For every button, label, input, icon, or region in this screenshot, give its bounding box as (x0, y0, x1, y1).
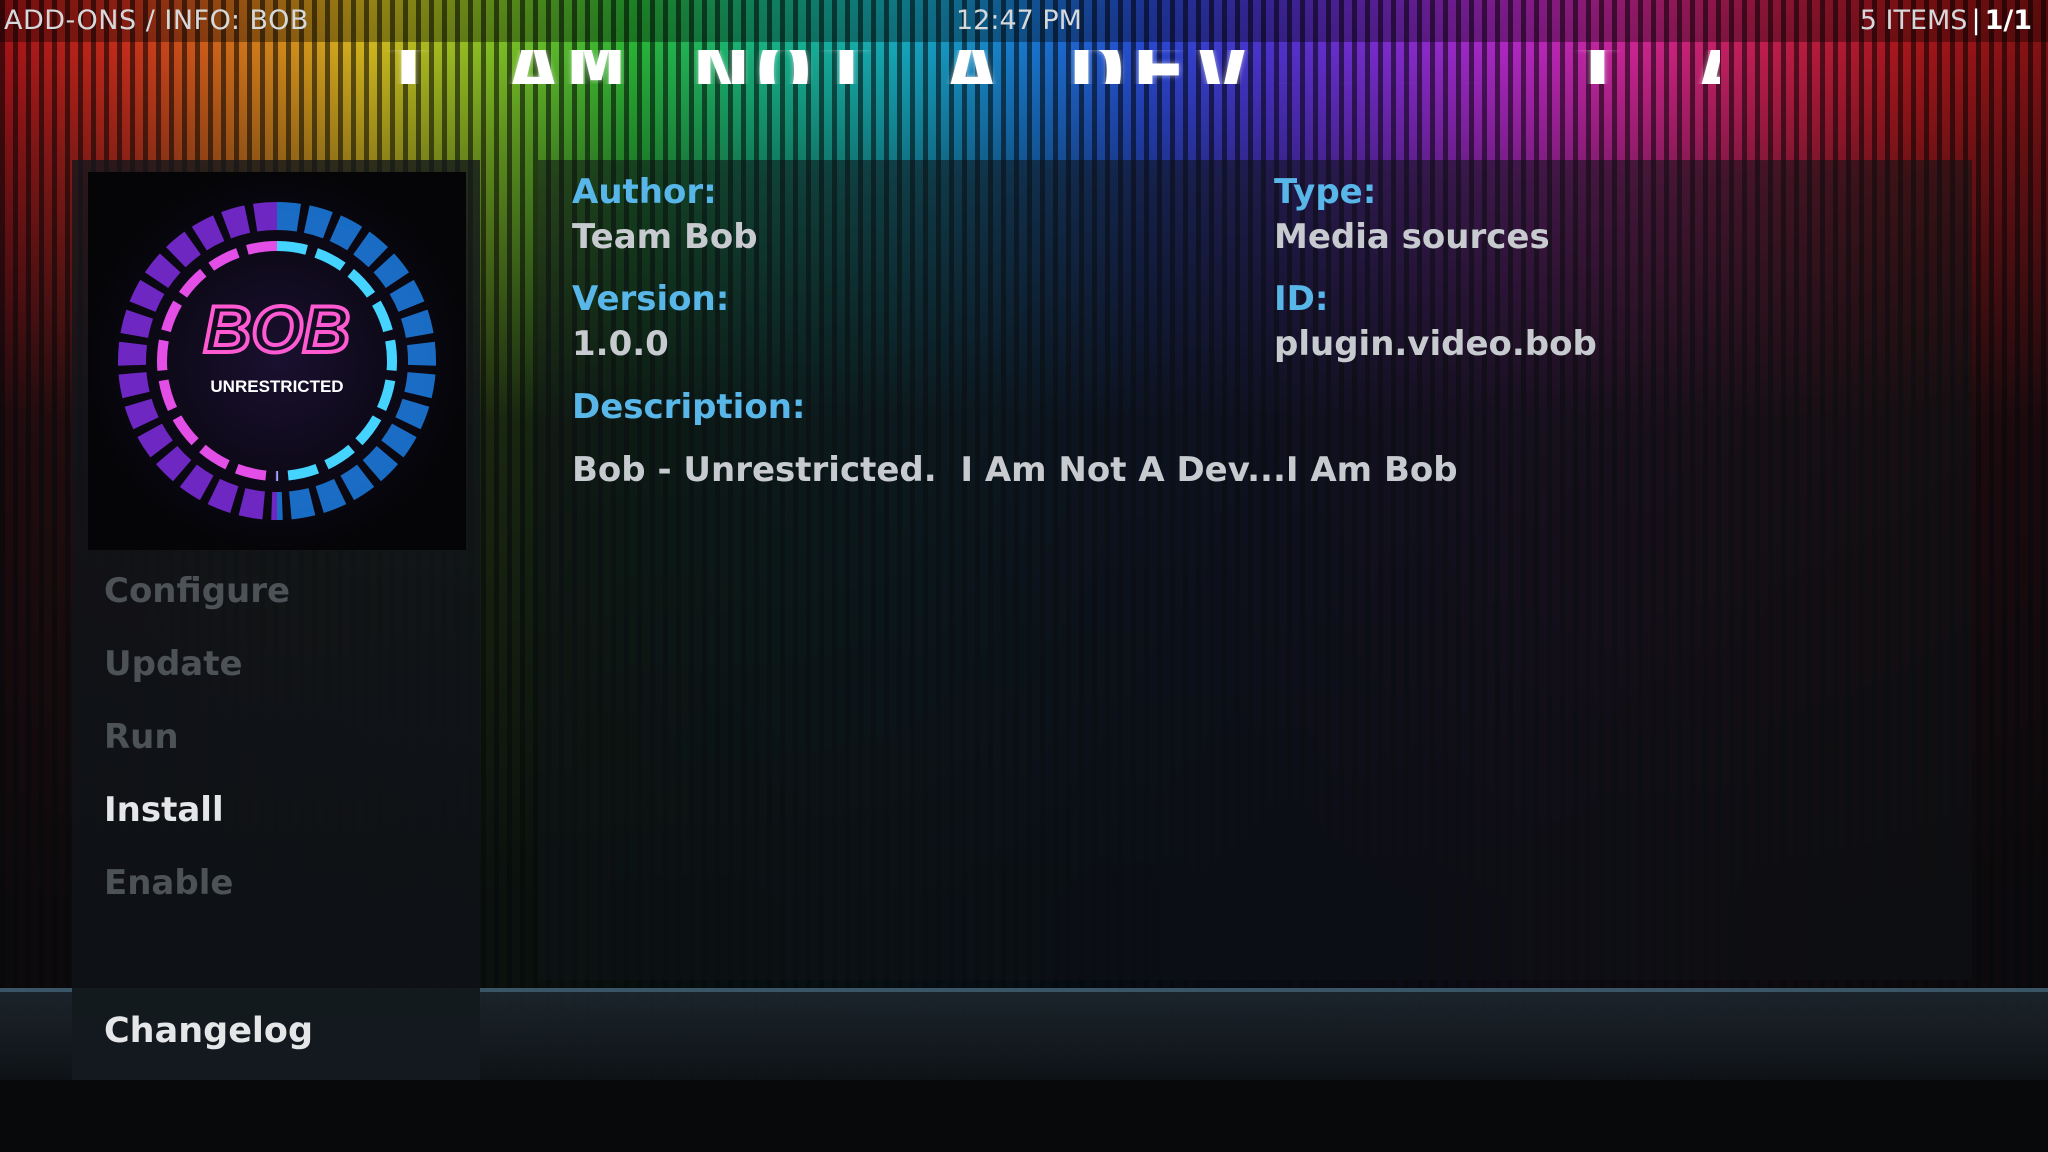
description-label: Description: (572, 387, 806, 427)
run-button[interactable]: Run (104, 706, 464, 779)
footer-bar (0, 1080, 2048, 1152)
author-value: Team Bob (572, 217, 758, 257)
page-indicator: 1/1 (1984, 5, 2032, 36)
changelog-button[interactable]: Changelog (104, 998, 313, 1064)
top-bar: ADD-ONS / INFO: BOB 12:47 PM 5 ITEMS | 1/1 (0, 0, 2048, 42)
addon-logo-icon: BOB UNRESTRICTED (88, 172, 466, 550)
type-value: Media sources (1274, 217, 1550, 257)
clock: 12:47 PM (956, 5, 1082, 36)
addon-action-menu: Configure Update Run Install Enable (104, 560, 464, 925)
install-button[interactable]: Install (104, 779, 464, 852)
addon-icon: BOB UNRESTRICTED (88, 172, 466, 550)
breadcrumb: ADD-ONS / INFO: BOB (4, 5, 309, 36)
description-text: Bob - Unrestricted. I Am Not A Dev...I A… (572, 450, 1458, 490)
addon-info-panel: Author: Team Bob Type: Media sources Ver… (538, 160, 1972, 980)
item-count-separator: | (1971, 5, 1981, 36)
id-label: ID: (1274, 279, 1329, 319)
item-count: 5 ITEMS | 1/1 (1860, 3, 2032, 39)
id-value: plugin.video.bob (1274, 324, 1597, 364)
author-label: Author: (572, 172, 717, 212)
version-label: Version: (572, 279, 730, 319)
type-label: Type: (1274, 172, 1377, 212)
logo-text: BOB (204, 292, 351, 366)
update-button[interactable]: Update (104, 633, 464, 706)
item-count-label: 5 ITEMS (1859, 5, 1968, 36)
version-value: 1.0.0 (572, 324, 669, 364)
configure-button[interactable]: Configure (104, 560, 464, 633)
enable-button[interactable]: Enable (104, 852, 464, 925)
logo-subtitle: UNRESTRICTED (210, 377, 343, 396)
addon-info-screen: I AM NOT A DEV.... I AM BOB ADD-ONS / IN… (0, 0, 2048, 1152)
